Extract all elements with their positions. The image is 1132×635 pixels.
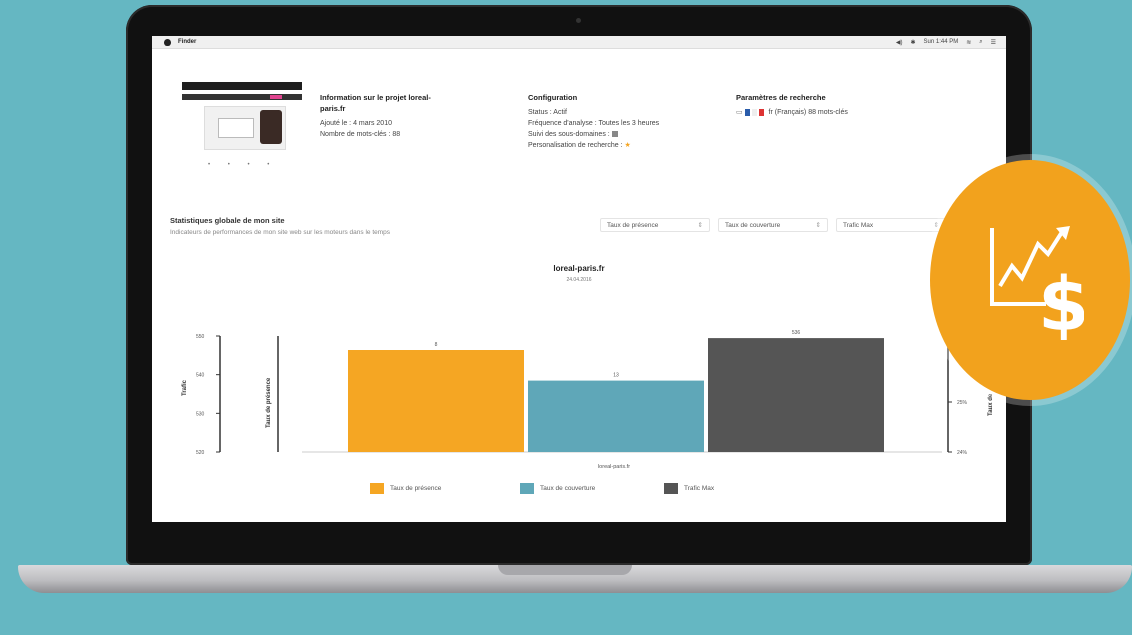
subdomains-icon [611,131,618,138]
metric-select-presence[interactable]: Taux de présence ⇕ [600,218,710,232]
y-axis-label-right: Taux de [988,393,994,416]
svg-text:$: $ [1038,262,1084,340]
project-info: Information sur le projet loreal- paris.… [320,92,490,140]
metric-select-traffic[interactable]: Trafic Max ⇕ [836,218,946,232]
config-status: Status : Actif [528,109,567,116]
screen: Finder ◀) ✱ Sun 1:44 PM ≋ ⌕ ☰ • • • • In… [152,36,1006,522]
spotlight-icon[interactable]: ⌕ [979,39,982,46]
legend-swatch-presence [370,483,384,494]
left-tick-label: 550 [196,334,205,340]
search-params-title: Paramètres de recherche [736,93,826,102]
metric-select-coverage[interactable]: Taux de couverture ⇕ [718,218,828,232]
right-tick-label: 24% [957,450,968,456]
thumbnail-pager-dots[interactable]: • • • • [208,162,277,168]
search-params-row: ▭ fr (Français) 88 mots-clés [736,107,926,118]
bluetooth-icon[interactable]: ✱ [910,39,915,46]
stats-title: Statistiques globale de mon site [170,216,285,225]
chart-title: loreal-paris.fr [553,264,605,273]
bar-value-label: 8 [435,342,438,348]
legend-label-presence: Taux de présence [390,485,442,492]
config-frequency: Fréquence d'analyse : Toutes les 3 heure… [528,120,660,127]
left-tick-label: 540 [196,373,205,379]
menubar: Finder ◀) ✱ Sun 1:44 PM ≋ ⌕ ☰ [152,36,1006,49]
config-personalization: Personalisation de recherche : [528,142,623,149]
legend-item-coverage[interactable]: Taux de couverture [520,483,595,494]
star-icon: ★ [624,142,631,149]
y-axis-label-left: Trafic [182,379,188,396]
chart-subtitle: 24.04.2016 [566,277,592,283]
configuration-info: Configuration Status : Actif Fréquence d… [528,92,718,151]
wifi-icon[interactable]: ≋ [966,39,971,46]
chevron-updown-icon: ⇕ [697,222,703,229]
legend-swatch-traffic [664,483,678,494]
search-params-value: fr (Français) 88 mots-clés [768,109,848,116]
project-title-line1: Information sur le projet loreal- [320,93,431,102]
project-keywords: Nombre de mots-clés : 88 [320,131,401,138]
chevron-updown-icon: ⇕ [933,222,939,229]
left-tick-label: 530 [196,411,205,417]
config-subdomains-row: Suivi des sous-domaines : [528,129,718,140]
right-tick-label: 25% [957,400,968,406]
legend-swatch-coverage [520,483,534,494]
select-coverage-label: Taux de couverture [725,221,781,229]
legend-label-traffic: Trafic Max [684,485,715,492]
project-added: Ajouté le : 4 mars 2010 [320,120,392,127]
x-axis-label: loreal-paris.fr [598,464,630,470]
select-traffic-label: Trafic Max [843,221,874,229]
chart-dollar-icon: $ [990,226,1084,340]
bar-1 [528,380,704,452]
configuration-title: Configuration [528,93,578,102]
bar-chart: 550 540 530 520 25% 24% Trafic Taux de présence… [182,330,994,470]
legend-item-presence[interactable]: Taux de présence [370,483,441,494]
select-presence-label: Taux de présence [607,221,659,229]
monitor-icon: ▭ [736,109,743,116]
left-tick-label: 520 [196,450,205,456]
list-icon[interactable]: ☰ [991,39,996,46]
apple-icon[interactable] [164,38,171,46]
french-flag-icon [744,108,764,116]
chart-dollar-badge: $ [930,160,1130,400]
laptop-notch [498,565,632,575]
menubar-status: ◀) ✱ Sun 1:44 PM ≋ ⌕ ☰ [896,39,996,46]
site-thumbnail[interactable]: • • • • [182,82,302,176]
project-title-line2: paris.fr [320,104,346,113]
menubar-app-name[interactable]: Finder [178,39,196,45]
config-subdomains: Suivi des sous-domaines : [528,131,610,138]
bar-0 [348,350,524,452]
chevron-updown-icon: ⇕ [815,222,821,229]
legend-item-traffic[interactable]: Trafic Max [664,483,714,494]
bar-value-label: 536 [792,330,801,336]
bar-2 [708,338,884,452]
legend-label-coverage: Taux de couverture [540,485,596,492]
volume-icon[interactable]: ◀) [896,39,903,46]
bar-value-label: 13 [613,373,619,379]
config-personalization-row: Personalisation de recherche : ★ [528,140,718,151]
search-params: Paramètres de recherche ▭ fr (Français) … [736,92,926,118]
y-axis-label-left2: Taux de présence [266,377,272,428]
stats-subtitle: Indicateurs de performances de mon site … [170,229,391,236]
clock[interactable]: Sun 1:44 PM [924,39,959,46]
camera-icon [576,18,581,23]
